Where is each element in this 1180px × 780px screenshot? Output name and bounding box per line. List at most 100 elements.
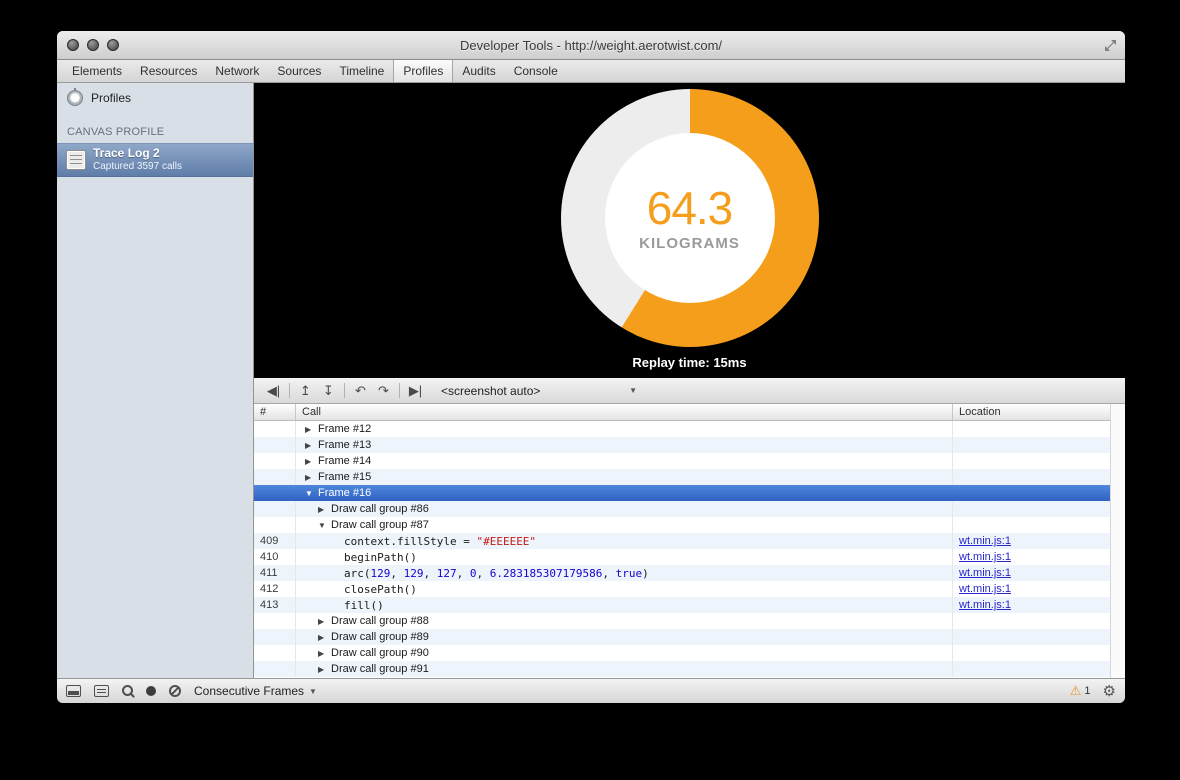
frames-dropdown-value: Consecutive Frames — [194, 684, 304, 698]
disclosure-triangle-icon[interactable]: ▶ — [317, 665, 331, 674]
location-link[interactable]: wt.min.js:1 — [959, 599, 1011, 611]
profiles-clock-icon — [67, 90, 83, 106]
clear-icon[interactable] — [169, 685, 181, 697]
step-forward-button[interactable]: ▶| — [404, 381, 427, 401]
vertical-scrollbar[interactable] — [1110, 404, 1125, 678]
code-token: Frame #16 — [318, 487, 371, 499]
traffic-lights — [67, 31, 119, 59]
call-cell: ▶Frame #14 — [296, 453, 953, 469]
tab-profiles[interactable]: Profiles — [393, 60, 453, 82]
tab-elements[interactable]: Elements — [63, 60, 131, 82]
search-icon[interactable] — [122, 685, 133, 696]
row-number: 411 — [254, 565, 296, 581]
replay-controls: ◀| ↥↧ ↶↷ ▶| — [262, 381, 427, 401]
window-titlebar[interactable]: Developer Tools - http://weight.aerotwis… — [57, 31, 1125, 60]
table-row[interactable]: ▼Frame #16 — [254, 485, 1125, 501]
code-token: beginPath() — [344, 551, 417, 564]
disclosure-triangle-icon[interactable]: ▶ — [304, 457, 318, 466]
row-number — [254, 421, 296, 437]
call-log-table: #CallLocation ▶Frame #12▶Frame #13▶Frame… — [254, 404, 1125, 678]
location-link[interactable]: wt.min.js:1 — [959, 583, 1011, 595]
disclosure-triangle-icon[interactable]: ▼ — [304, 489, 318, 498]
disclosure-triangle-icon[interactable]: ▶ — [317, 617, 331, 626]
zoom-button[interactable] — [107, 39, 119, 51]
table-row[interactable]: ▶Frame #13 — [254, 437, 1125, 453]
tab-audits[interactable]: Audits — [453, 60, 504, 82]
table-row[interactable]: ▶Frame #12 — [254, 421, 1125, 437]
replay-backward-button[interactable]: ↶ — [349, 381, 372, 401]
disclosure-triangle-icon[interactable]: ▶ — [317, 649, 331, 658]
table-row[interactable]: 409context.fillStyle = "#EEEEEE"wt.min.j… — [254, 533, 1125, 549]
column-header-call[interactable]: Call — [296, 404, 953, 420]
trace-grid-icon — [66, 150, 86, 170]
disclosure-triangle-icon[interactable]: ▶ — [304, 441, 318, 450]
code-token: Frame #15 — [318, 471, 371, 483]
table-row[interactable]: ▶Frame #14 — [254, 453, 1125, 469]
table-row[interactable]: 412closePath()wt.min.js:1 — [254, 581, 1125, 597]
table-row[interactable]: ▼Draw call group #87 — [254, 517, 1125, 533]
location-cell — [953, 421, 1125, 437]
dock-icon[interactable] — [66, 685, 81, 697]
column-header-num[interactable]: # — [254, 404, 296, 420]
tab-sources[interactable]: Sources — [268, 60, 330, 82]
table-row[interactable]: 413fill()wt.min.js:1 — [254, 597, 1125, 613]
toolbar-separator — [399, 383, 400, 398]
call-cell: fill() — [296, 597, 953, 613]
weight-donut: 64.3 KILOGRAMS — [561, 89, 819, 347]
record-icon[interactable] — [146, 686, 156, 696]
code-token-number: 129 — [371, 567, 391, 580]
sidebar-item-trace-log-2[interactable]: Trace Log 2 Captured 3597 calls — [57, 143, 253, 177]
code-token: Frame #14 — [318, 455, 371, 467]
location-cell — [953, 629, 1125, 645]
row-number: 412 — [254, 581, 296, 597]
minimize-button[interactable] — [87, 39, 99, 51]
location-cell: wt.min.js:1 — [953, 581, 1125, 597]
next-draw-call-button[interactable]: ↧ — [317, 381, 340, 401]
location-cell — [953, 517, 1125, 533]
frames-dropdown[interactable]: Consecutive Frames ▼ — [194, 684, 317, 698]
disclosure-triangle-icon[interactable]: ▶ — [304, 425, 318, 434]
table-row[interactable]: ▶Frame #15 — [254, 469, 1125, 485]
location-cell: wt.min.js:1 — [953, 533, 1125, 549]
close-button[interactable] — [67, 39, 79, 51]
table-row[interactable]: ▶Draw call group #86 — [254, 501, 1125, 517]
table-row[interactable]: ▶Draw call group #89 — [254, 629, 1125, 645]
table-row[interactable]: 410beginPath()wt.min.js:1 — [254, 549, 1125, 565]
disclosure-triangle-icon[interactable]: ▶ — [304, 473, 318, 482]
column-header-location[interactable]: Location — [953, 404, 1125, 420]
location-link[interactable]: wt.min.js:1 — [959, 551, 1011, 563]
table-row[interactable]: ▶Draw call group #88 — [254, 613, 1125, 629]
step-backward-button[interactable]: ◀| — [262, 381, 285, 401]
table-row[interactable]: ▶Draw call group #90 — [254, 645, 1125, 661]
trace-log-subtitle: Captured 3597 calls — [93, 161, 182, 173]
tab-console[interactable]: Console — [505, 60, 567, 82]
table-row[interactable]: ▶Draw call group #91 — [254, 661, 1125, 677]
disclosure-triangle-icon[interactable]: ▶ — [317, 633, 331, 642]
location-link[interactable]: wt.min.js:1 — [959, 535, 1011, 547]
warning-badge[interactable]: ⚠ 1 — [1070, 683, 1091, 699]
call-table-rows: ▶Frame #12▶Frame #13▶Frame #14▶Frame #15… — [254, 421, 1125, 678]
expand-window-icon[interactable] — [1104, 39, 1117, 52]
toolbar-separator — [289, 383, 290, 398]
screenshot-dropdown[interactable]: <screenshot auto> ▼ — [441, 384, 637, 398]
location-cell — [953, 501, 1125, 517]
replay-forward-button[interactable]: ↷ — [372, 381, 395, 401]
location-link[interactable]: wt.min.js:1 — [959, 567, 1011, 579]
chevron-down-icon: ▼ — [309, 687, 317, 696]
window-title: Developer Tools - http://weight.aerotwis… — [460, 38, 722, 53]
disclosure-triangle-icon[interactable]: ▶ — [317, 505, 331, 514]
previous-draw-call-button[interactable]: ↥ — [294, 381, 317, 401]
tab-resources[interactable]: Resources — [131, 60, 206, 82]
code-token-string: "#EEEEEE" — [476, 535, 536, 548]
tab-network[interactable]: Network — [206, 60, 268, 82]
call-cell: ▶Frame #15 — [296, 469, 953, 485]
table-row[interactable]: 411arc(129, 129, 127, 0, 6.2831853071795… — [254, 565, 1125, 581]
replay-toolbar: ◀| ↥↧ ↶↷ ▶| <screenshot auto> ▼ — [254, 378, 1125, 404]
canvas-profile-section-title: CANVAS PROFILE — [57, 113, 253, 143]
row-number — [254, 645, 296, 661]
tab-timeline[interactable]: Timeline — [330, 60, 393, 82]
gear-icon[interactable]: ⚙ — [1103, 682, 1116, 700]
code-token: Draw call group #86 — [331, 503, 429, 515]
console-drawer-icon[interactable] — [94, 685, 109, 697]
disclosure-triangle-icon[interactable]: ▼ — [317, 521, 331, 530]
